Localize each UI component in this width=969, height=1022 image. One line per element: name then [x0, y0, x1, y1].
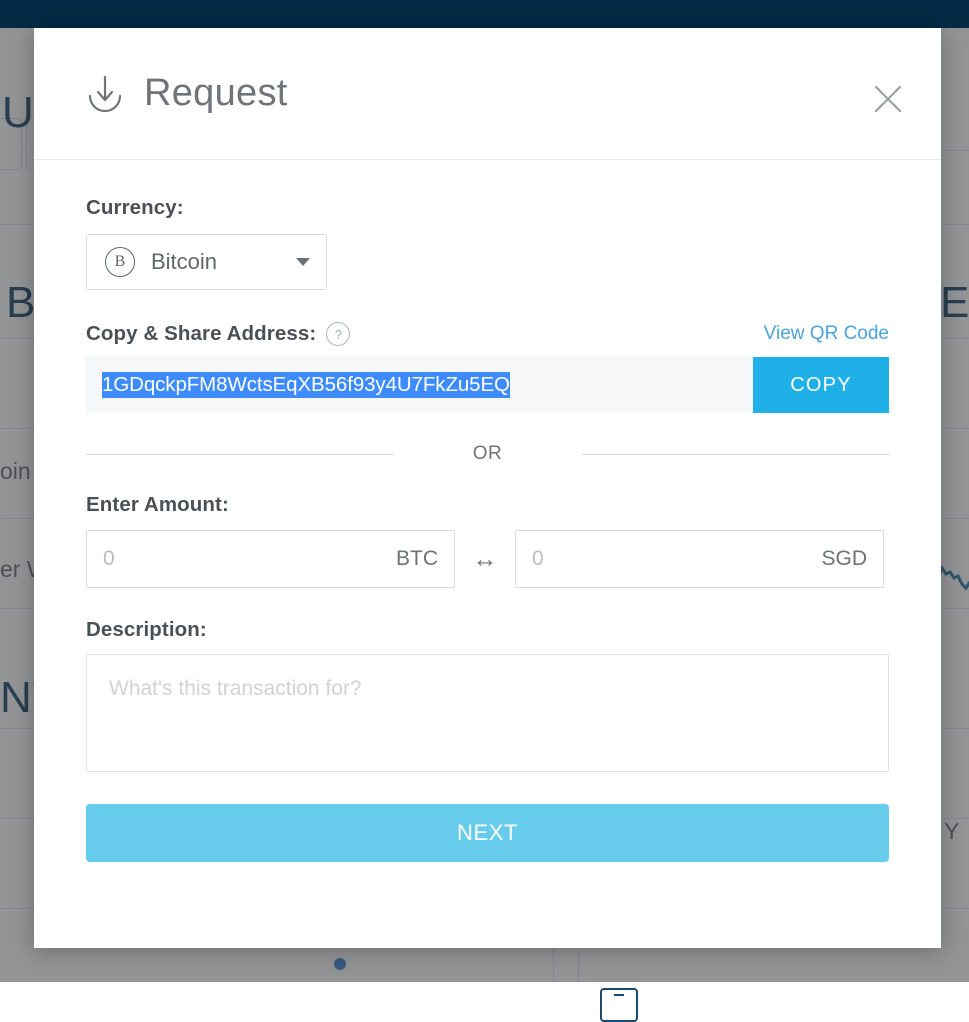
divider-line-left	[86, 453, 393, 455]
fiat-unit-label: SGD	[821, 547, 867, 570]
download-arrow-icon	[88, 75, 122, 112]
crypto-amount-placeholder: 0	[103, 547, 115, 570]
crypto-unit-label: BTC	[396, 547, 438, 570]
address-input[interactable]: 1GDqckpFM8WctsEqXB56f93y4U7FkZu5EQ	[86, 357, 753, 413]
request-modal: Request Currency: B Bitcoin Copy & Share…	[34, 28, 941, 948]
divider-line-right	[582, 453, 889, 455]
bg-device-icon	[600, 988, 638, 1022]
view-qr-code-link[interactable]: View QR Code	[764, 323, 889, 345]
or-label: OR	[472, 443, 503, 464]
description-textarea[interactable]: What's this transaction for?	[86, 654, 889, 772]
or-divider: OR	[86, 443, 889, 465]
currency-select[interactable]: B Bitcoin	[86, 234, 327, 290]
crypto-amount-input[interactable]: 0 BTC	[86, 530, 455, 588]
close-icon[interactable]	[869, 80, 907, 118]
modal-body: Currency: B Bitcoin Copy & Share Address…	[34, 160, 941, 862]
fiat-amount-placeholder: 0	[532, 547, 544, 570]
address-label: Copy & Share Address:	[86, 322, 317, 345]
modal-header: Request	[34, 28, 941, 160]
help-icon[interactable]: ?	[326, 322, 351, 346]
description-label: Description:	[86, 618, 207, 641]
currency-label: Currency:	[86, 196, 184, 219]
next-button[interactable]: NEXT	[86, 804, 889, 862]
amount-row: 0 BTC ↔ 0 SGD	[86, 530, 889, 588]
currency-selected-value: Bitcoin	[151, 249, 218, 274]
modal-title: Request	[144, 72, 288, 114]
fiat-amount-input[interactable]: 0 SGD	[515, 530, 884, 588]
bitcoin-icon: B	[105, 247, 135, 277]
swap-arrows-icon[interactable]: ↔	[455, 545, 515, 574]
address-label-row: Copy & Share Address: ? View QR Code	[86, 322, 889, 346]
amount-label: Enter Amount:	[86, 493, 229, 516]
chevron-down-icon	[296, 258, 310, 266]
address-value: 1GDqckpFM8WctsEqXB56f93y4U7FkZu5EQ	[102, 372, 510, 398]
address-row: 1GDqckpFM8WctsEqXB56f93y4U7FkZu5EQ COPY	[86, 357, 889, 413]
app-top-bar	[0, 0, 969, 28]
copy-button[interactable]: COPY	[753, 357, 889, 413]
